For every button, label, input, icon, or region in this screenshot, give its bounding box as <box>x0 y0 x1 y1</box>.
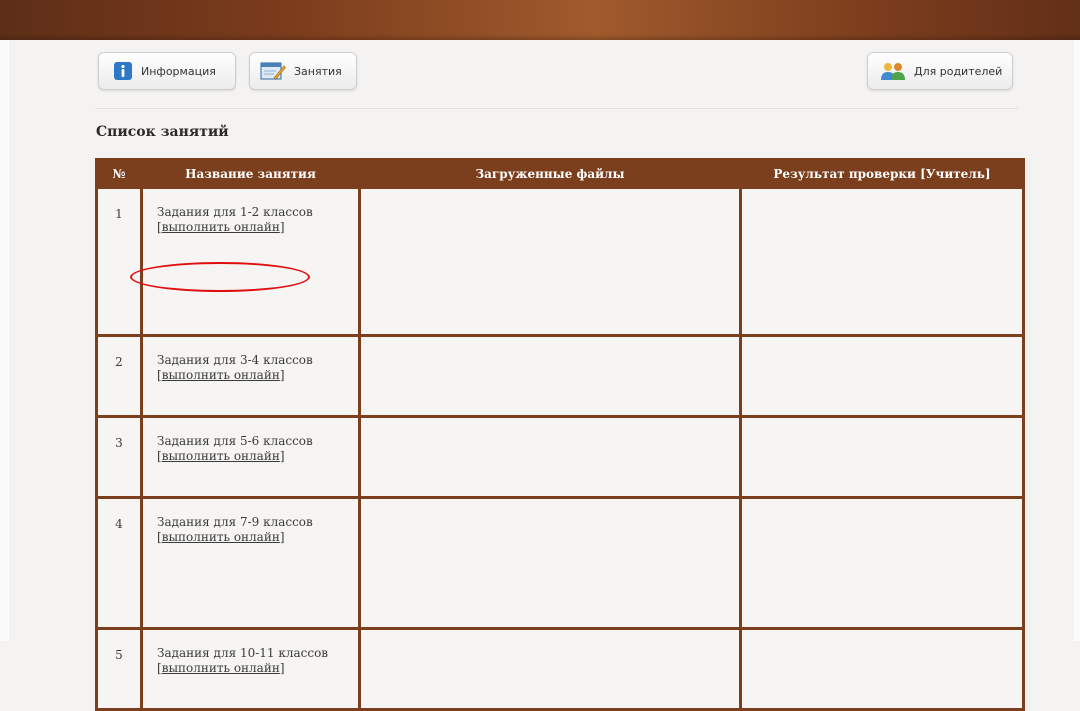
column-header-uploaded-files: Загруженные файлы <box>361 161 739 186</box>
uploaded-files-cell <box>361 337 739 415</box>
red-annotation-ellipse <box>130 262 310 292</box>
check-result-cell <box>742 337 1022 415</box>
lesson-name: Задания для 7-9 классов <box>157 515 313 529</box>
lessons-button[interactable]: Занятия <box>249 52 357 90</box>
table-row: 5 Задания для 10-11 классов [выполнить о… <box>98 630 1022 708</box>
parents-button-label: Для родителей <box>914 64 1003 78</box>
toolbar-divider <box>95 108 1018 109</box>
check-result-cell <box>742 418 1022 496</box>
do-online-link[interactable]: выполнить онлайн <box>162 661 280 675</box>
page-title: Список занятий <box>96 124 229 140</box>
right-edge <box>1074 0 1080 641</box>
lesson-name-cell: Задания для 10-11 классов [выполнить онл… <box>143 630 358 708</box>
lesson-name: Задания для 5-6 классов <box>157 434 313 448</box>
lesson-name-cell: Задания для 5-6 классов [выполнить онлай… <box>143 418 358 496</box>
lesson-name-cell: Задания для 1-2 классов [выполнить онлай… <box>143 189 358 334</box>
check-result-cell <box>742 189 1022 334</box>
row-number: 3 <box>98 418 140 496</box>
table-row: 3 Задания для 5-6 классов [выполнить онл… <box>98 418 1022 496</box>
row-number: 5 <box>98 630 140 708</box>
column-header-number: № <box>98 161 140 186</box>
lesson-name: Задания для 1-2 классов <box>157 205 313 219</box>
uploaded-files-cell <box>361 630 739 708</box>
lesson-name: Задания для 3-4 классов <box>157 353 313 367</box>
lessons-table: № Название занятия Загруженные файлы Рез… <box>95 158 1025 711</box>
lesson-name-cell: Задания для 7-9 классов [выполнить онлай… <box>143 499 358 627</box>
row-number: 1 <box>98 189 140 334</box>
uploaded-files-cell <box>361 189 739 334</box>
column-header-check-result: Результат проверки [Учитель] <box>742 161 1022 186</box>
do-online-link[interactable]: выполнить онлайн <box>162 530 280 544</box>
header-banner <box>0 0 1080 40</box>
check-result-cell <box>742 499 1022 627</box>
lesson-name-cell: Задания для 3-4 классов [выполнить онлай… <box>143 337 358 415</box>
table-row: 4 Задания для 7-9 классов [выполнить онл… <box>98 499 1022 627</box>
left-edge <box>0 0 9 641</box>
uploaded-files-cell <box>361 499 739 627</box>
info-button-label: Информация <box>141 64 216 78</box>
row-number: 2 <box>98 337 140 415</box>
column-header-lesson-name: Название занятия <box>143 161 358 186</box>
parents-icon <box>880 61 906 81</box>
info-icon <box>113 61 133 81</box>
do-online-link[interactable]: выполнить онлайн <box>162 220 280 234</box>
do-online-link[interactable]: выполнить онлайн <box>162 449 280 463</box>
row-number: 4 <box>98 499 140 627</box>
lesson-name: Задания для 10-11 классов <box>157 646 329 660</box>
do-online-link[interactable]: выполнить онлайн <box>162 368 280 382</box>
lessons-icon <box>260 61 286 81</box>
uploaded-files-cell <box>361 418 739 496</box>
parents-button[interactable]: Для родителей <box>867 52 1013 90</box>
table-row: 2 Задания для 3-4 классов [выполнить онл… <box>98 337 1022 415</box>
info-button[interactable]: Информация <box>98 52 236 90</box>
check-result-cell <box>742 630 1022 708</box>
lessons-button-label: Занятия <box>294 64 342 78</box>
table-header-row: № Название занятия Загруженные файлы Рез… <box>98 161 1022 186</box>
